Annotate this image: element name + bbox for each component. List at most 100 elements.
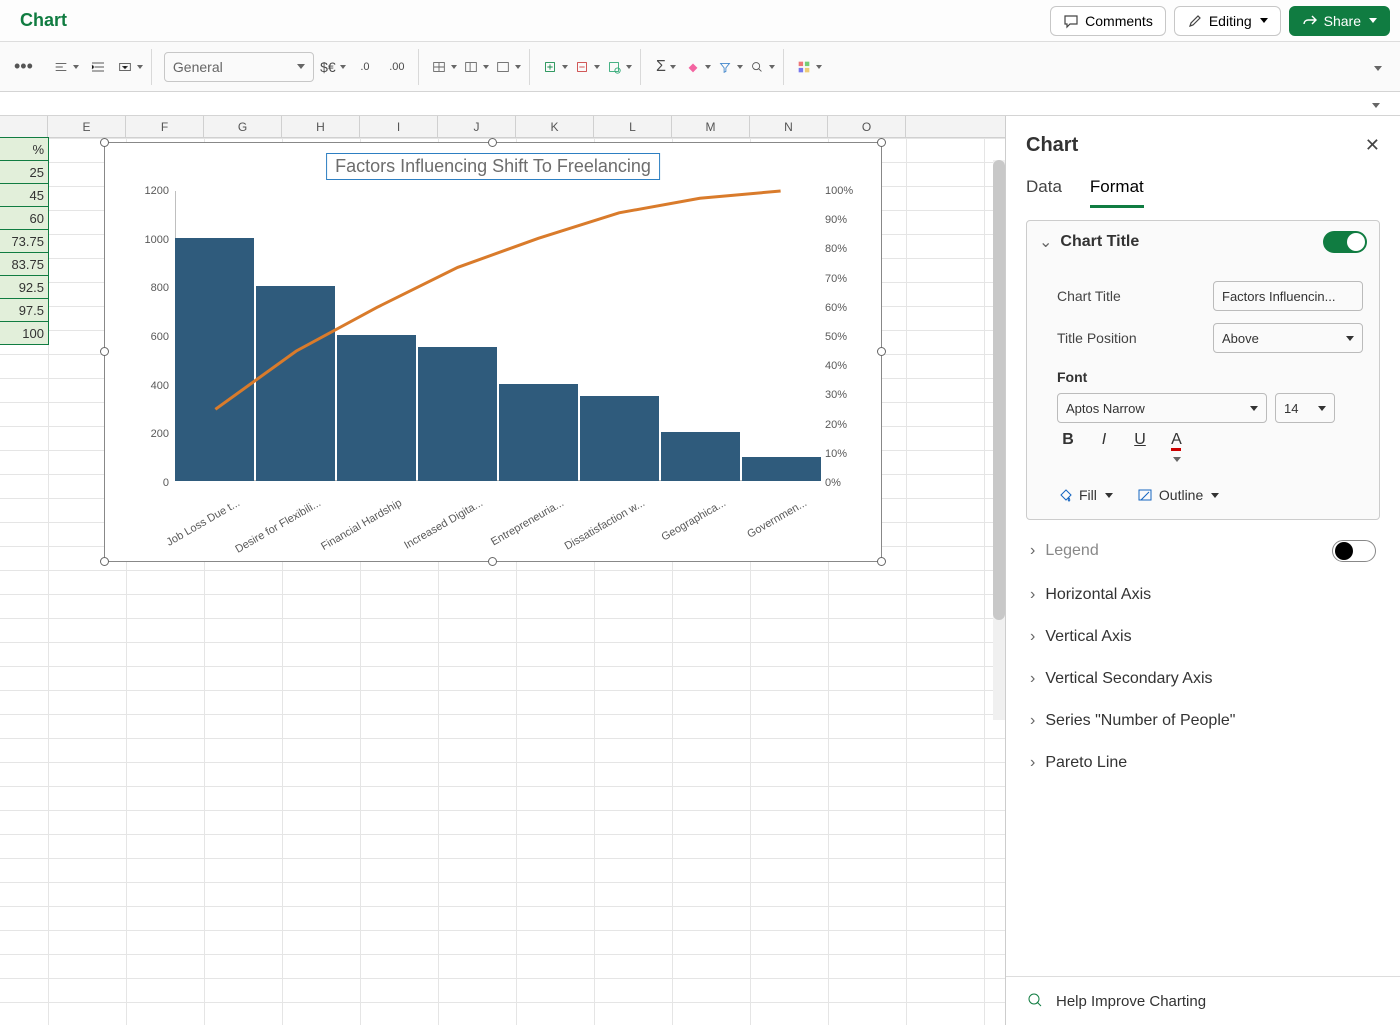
section-legend[interactable]: › Legend: [1026, 528, 1380, 574]
section-heading: Chart Title: [1060, 233, 1323, 251]
cell[interactable]: 100: [0, 321, 49, 345]
col-header[interactable]: M: [672, 116, 750, 137]
col-header[interactable]: E: [48, 116, 126, 137]
chevron-right-icon: ›: [1030, 670, 1035, 688]
delete-cells-button[interactable]: [463, 54, 489, 80]
font-size-select[interactable]: 14: [1275, 393, 1335, 423]
column-headers: E F G H I J K L M N O: [0, 116, 1005, 138]
legend-toggle[interactable]: [1332, 540, 1376, 562]
autosum-button[interactable]: Σ: [653, 54, 679, 80]
tab-data[interactable]: Data: [1026, 177, 1062, 208]
editing-group: Σ: [645, 49, 784, 85]
section-vertical-secondary-axis[interactable]: › Vertical Secondary Axis: [1026, 658, 1380, 700]
italic-button[interactable]: I: [1093, 431, 1115, 467]
insert-cells-button[interactable]: [431, 54, 457, 80]
document-title: Chart: [20, 10, 67, 31]
comments-button[interactable]: Comments: [1050, 6, 1166, 36]
ribbon-expand-button[interactable]: [1360, 58, 1394, 76]
addins-button[interactable]: [796, 54, 822, 80]
editing-button[interactable]: Editing: [1174, 6, 1281, 36]
share-button[interactable]: Share: [1289, 6, 1390, 36]
fill-button[interactable]: Fill: [1057, 487, 1113, 503]
wrap-button[interactable]: [117, 54, 143, 80]
section-vertical-axis[interactable]: › Vertical Axis: [1026, 616, 1380, 658]
cell[interactable]: 92.5: [0, 275, 49, 299]
col-header[interactable]: K: [516, 116, 594, 137]
indent-button[interactable]: [85, 54, 111, 80]
spreadsheet[interactable]: E F G H I J K L M N O % 25 45 60 73.75 8…: [0, 116, 1005, 1025]
section-chart-title: ⌄ Chart Title Chart Title Factors Influe…: [1026, 220, 1380, 520]
underline-button[interactable]: U: [1129, 431, 1151, 467]
col-header[interactable]: H: [282, 116, 360, 137]
addins-group: [788, 49, 830, 85]
chart-title-text[interactable]: Factors Influencing Shift To Freelancing: [326, 153, 660, 180]
chart-format-pane: Chart ✕ Data Format ⌄ Chart Title Chart …: [1005, 116, 1400, 1025]
clear-button[interactable]: [685, 54, 711, 80]
format-button[interactable]: [606, 54, 632, 80]
title-position-select[interactable]: Above: [1213, 323, 1363, 353]
pane-title: Chart: [1026, 134, 1365, 157]
chevron-down-icon: [1250, 406, 1258, 411]
bold-button[interactable]: B: [1057, 431, 1079, 467]
x-axis: Job Loss Due t...Desire for Flexibili...…: [175, 483, 821, 561]
cell[interactable]: 25: [0, 160, 49, 184]
delete-button[interactable]: [574, 54, 600, 80]
label-title-position: Title Position: [1057, 330, 1201, 346]
find-button[interactable]: [749, 54, 775, 80]
comment-icon: [1063, 13, 1079, 29]
col-header[interactable]: L: [594, 116, 672, 137]
section-pareto-line[interactable]: › Pareto Line: [1026, 742, 1380, 784]
font-family-select[interactable]: Aptos Narrow: [1057, 393, 1267, 423]
chart-title-input[interactable]: Factors Influencin...: [1213, 281, 1363, 311]
number-format-value: General: [173, 59, 223, 75]
col-header[interactable]: O: [828, 116, 906, 137]
pane-footer[interactable]: Help Improve Charting: [1006, 976, 1400, 1025]
currency-button[interactable]: $€: [320, 54, 346, 80]
cell[interactable]: 97.5: [0, 298, 49, 322]
editing-label: Editing: [1209, 13, 1252, 29]
label-chart-title: Chart Title: [1057, 288, 1201, 304]
chevron-down-icon: [1211, 493, 1219, 498]
chevron-down-icon: [1318, 406, 1326, 411]
edit-group: [534, 49, 641, 85]
chart-title-toggle[interactable]: [1323, 231, 1367, 253]
chevron-right-icon: ›: [1030, 542, 1035, 560]
cell[interactable]: 83.75: [0, 252, 49, 276]
col-header[interactable]: F: [126, 116, 204, 137]
col-header[interactable]: N: [750, 116, 828, 137]
cell[interactable]: %: [0, 137, 49, 161]
feedback-icon: [1026, 991, 1046, 1011]
chevron-right-icon: ›: [1030, 586, 1035, 604]
more-commands-button[interactable]: •••: [6, 56, 41, 77]
pencil-icon: [1187, 13, 1203, 29]
sort-filter-button[interactable]: [717, 54, 743, 80]
grid-body[interactable]: % 25 45 60 73.75 83.75 92.5 97.5 100 Fac…: [0, 138, 1005, 1025]
share-icon: [1302, 13, 1318, 29]
outline-button[interactable]: Outline: [1137, 487, 1219, 503]
section-series[interactable]: › Series "Number of People": [1026, 700, 1380, 742]
number-format-select[interactable]: General: [164, 52, 314, 82]
collapse-button[interactable]: [1370, 96, 1380, 111]
font-color-button[interactable]: A: [1165, 431, 1187, 467]
section-header-chart-title[interactable]: ⌄ Chart Title: [1027, 221, 1379, 263]
chart-object[interactable]: Factors Influencing Shift To Freelancing…: [104, 142, 882, 562]
format-cells-button[interactable]: [495, 54, 521, 80]
number-group: General $€ .0 .00: [156, 49, 419, 85]
vertical-scrollbar[interactable]: [993, 160, 1005, 720]
cell[interactable]: 60: [0, 206, 49, 230]
increase-decimal-button[interactable]: .00: [384, 54, 410, 80]
decrease-decimal-button[interactable]: .0: [352, 54, 378, 80]
insert-button[interactable]: [542, 54, 568, 80]
col-header[interactable]: I: [360, 116, 438, 137]
cell[interactable]: 73.75: [0, 229, 49, 253]
tab-format[interactable]: Format: [1090, 177, 1144, 208]
cell[interactable]: 45: [0, 183, 49, 207]
chevron-down-icon: [1260, 18, 1268, 23]
col-header[interactable]: G: [204, 116, 282, 137]
chevron-right-icon: ›: [1030, 754, 1035, 772]
close-pane-button[interactable]: ✕: [1365, 135, 1380, 156]
paint-bucket-icon: [1057, 487, 1073, 503]
section-horizontal-axis[interactable]: › Horizontal Axis: [1026, 574, 1380, 616]
align-button[interactable]: [53, 54, 79, 80]
col-header[interactable]: J: [438, 116, 516, 137]
